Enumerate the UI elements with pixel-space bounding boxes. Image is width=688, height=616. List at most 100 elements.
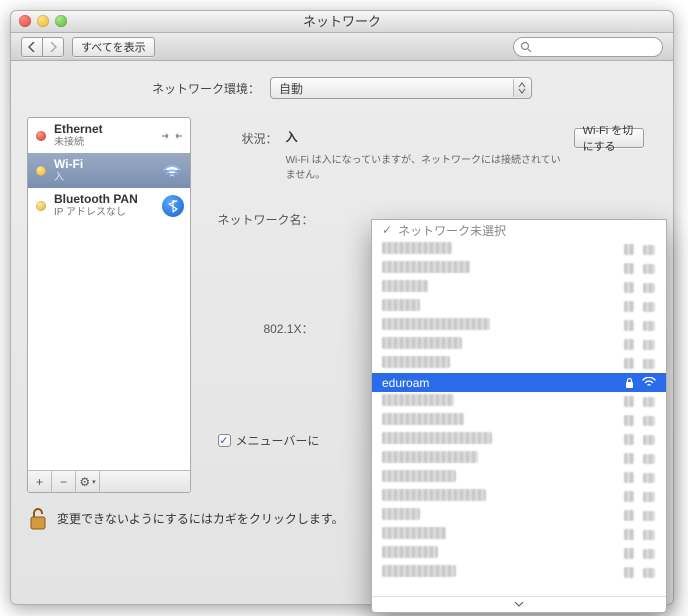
dropdown-item[interactable] [372,506,666,525]
dropdown-item[interactable] [372,544,666,563]
interface-options-button[interactable]: ⚙▾ [76,471,100,492]
dropdown-item[interactable] [372,354,666,373]
dropdown-item[interactable] [372,392,666,411]
sidebar-item-bluetooth[interactable]: Bluetooth PAN IP アドレスなし [28,188,190,223]
sidebar-item-label: Ethernet [54,123,152,136]
dropdown-item[interactable]: eduroam [372,373,666,392]
dropdown-item-label-blurred [382,432,616,447]
network-name-label: ネットワーク名： [218,209,314,228]
sidebar-item-sub: 未接続 [54,137,152,148]
status-value: 入 [286,130,298,144]
wifi-off-button[interactable]: Wi-Fi を切にする [574,128,644,148]
wifi-icon [160,160,184,182]
lock-icon [622,529,636,540]
dropdown-scroll-down[interactable] [372,596,666,612]
remove-interface-button[interactable]: − [52,471,76,492]
dropdown-header-label: ネットワーク未選択 [398,222,506,239]
dropdown-item[interactable] [372,335,666,354]
wifi-icon [642,549,656,559]
menubar-checkbox[interactable]: ✓ [218,434,231,447]
lock-icon [622,282,636,293]
toolbar: すべてを表示 [11,33,673,61]
status-dot-red [36,131,46,141]
lock-icon [622,320,636,331]
dropdown-item-label-blurred [382,546,616,561]
dropdown-item-label-blurred [382,318,616,333]
wifi-icon [642,530,656,540]
titlebar: ネットワーク [11,11,673,33]
sidebar-item-ethernet[interactable]: Ethernet 未接続 [28,118,190,153]
network-name-dropdown[interactable]: ✓ネットワーク未選択 eduroam [371,219,667,613]
dropdown-item-label-blurred [382,413,616,428]
dropdown-item-label-blurred [382,356,616,371]
sidebar-item-sub: IP アドレスなし [54,207,154,218]
dropdown-item[interactable] [372,278,666,297]
wifi-icon [642,492,656,502]
dropdown-item[interactable] [372,525,666,544]
add-interface-button[interactable]: + [28,471,52,492]
lock-icon [622,491,636,502]
lock-text: 変更できないようにするにはカギをクリックします。 [57,510,344,527]
lock-icon [622,510,636,521]
close-window-button[interactable] [19,15,31,27]
wifi-icon [642,511,656,521]
dropdown-item[interactable] [372,449,666,468]
dropdown-item-label-blurred [382,508,616,523]
sidebar-item-sub: 入 [54,172,152,183]
search-input[interactable] [534,40,656,54]
nav-segment [21,37,64,57]
lock-icon [622,415,636,426]
dropdown-item-label-blurred [382,470,616,485]
network-prefs-window: ネットワーク すべてを表示 ネットワーク環境： 自動 [10,10,674,605]
lock-icon[interactable] [27,505,49,531]
wifi-icon [642,340,656,350]
status-dot-yellow [36,201,46,211]
status-row: 状況： 入 Wi-Fi は入になっていますが、ネットワークには接続されていません… [218,128,645,181]
traffic-lights [19,15,67,27]
wifi-icon [642,283,656,293]
wifi-icon [642,454,656,464]
ethernet-icon [160,125,184,147]
sidebar-item-label: Bluetooth PAN [54,193,154,206]
wifi-icon [642,321,656,331]
dropdown-item[interactable] [372,240,666,259]
forward-button[interactable] [42,37,64,57]
wifi-icon [642,397,656,407]
dropdown-item[interactable] [372,297,666,316]
dropdown-item[interactable] [372,487,666,506]
sidebar-item-label: Wi-Fi [54,158,152,171]
show-all-button[interactable]: すべてを表示 [72,37,155,57]
location-popup[interactable]: 自動 [270,77,532,99]
menubar-label: メニューバーに [236,432,320,449]
dropdown-item-label-blurred [382,261,616,276]
dropdown-item[interactable] [372,430,666,449]
sidebar-item-wifi[interactable]: Wi-Fi 入 [28,153,190,188]
minimize-window-button[interactable] [37,15,49,27]
dropdown-item[interactable] [372,563,666,582]
status-description: Wi-Fi は入になっていますが、ネットワークには接続されていません。 [286,151,566,181]
8021x-label: 802.1X： [218,318,314,337]
lock-icon [622,396,636,407]
popup-arrows-icon [513,79,529,97]
dropdown-item-label-blurred [382,299,616,314]
dropdown-item[interactable] [372,259,666,278]
zoom-window-button[interactable] [55,15,67,27]
wifi-icon [642,435,656,445]
back-button[interactable] [21,37,42,57]
dropdown-item-label-blurred [382,451,616,466]
wifi-icon [642,473,656,483]
dropdown-item-label: eduroam [382,376,616,390]
lock-icon [622,567,636,578]
window-title: ネットワーク [303,14,381,29]
wifi-icon [642,302,656,312]
dropdown-item[interactable] [372,468,666,487]
dropdown-item[interactable] [372,411,666,430]
dropdown-item-label-blurred [382,280,616,295]
dropdown-item[interactable] [372,316,666,335]
dropdown-item-label-blurred [382,394,616,409]
search-field[interactable] [513,37,663,57]
wifi-icon [642,359,656,369]
interfaces-list: Ethernet 未接続 Wi-Fi 入 [28,118,190,470]
lock-icon [622,301,636,312]
location-row: ネットワーク環境： 自動 [27,77,657,99]
